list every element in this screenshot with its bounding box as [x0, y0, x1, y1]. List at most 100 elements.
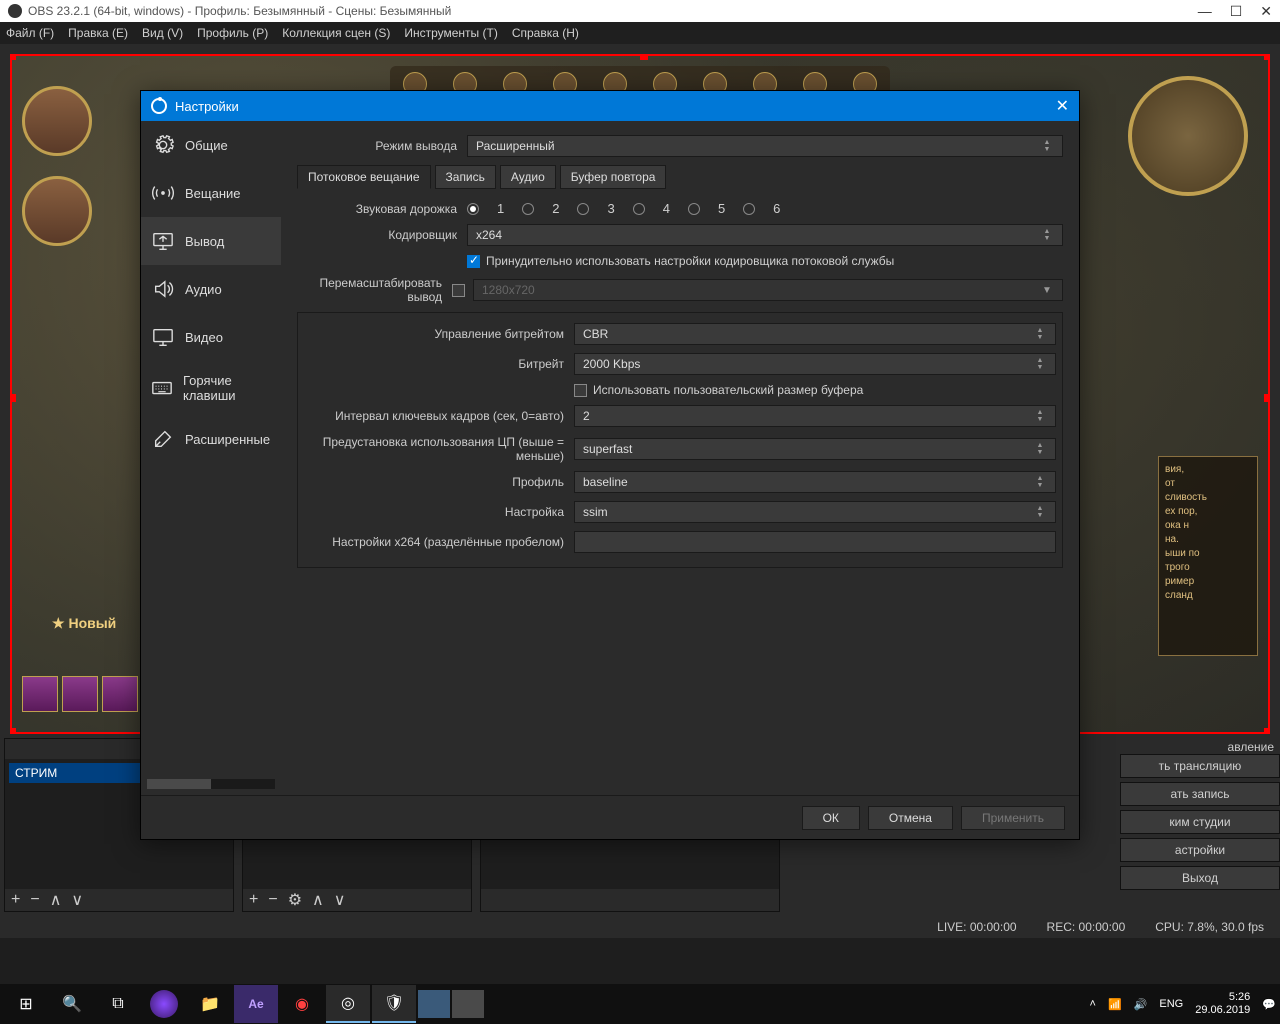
tab-audio[interactable]: Аудио: [500, 165, 556, 189]
search-icon[interactable]: 🔍: [50, 985, 94, 1023]
status-rec: REC: 00:00:00: [1047, 920, 1126, 934]
taskbar-browser[interactable]: ◉: [280, 985, 324, 1023]
preset-dropdown[interactable]: superfast▲▼: [574, 438, 1056, 460]
gear-icon: [151, 133, 175, 157]
tab-replay[interactable]: Буфер повтора: [560, 165, 667, 189]
menu-view[interactable]: Вид (V): [142, 26, 183, 40]
language-indicator[interactable]: ENG: [1159, 998, 1183, 1010]
preset-label: Предустановка использования ЦП (выше = м…: [304, 435, 574, 463]
taskbar-explorer[interactable]: 📁: [188, 985, 232, 1023]
game-portrait-1: [22, 86, 92, 156]
obs-icon: [151, 98, 167, 114]
menu-file[interactable]: Файл (F): [6, 26, 54, 40]
tab-streaming[interactable]: Потоковое вещание: [297, 165, 431, 189]
minimize-button[interactable]: —: [1198, 3, 1212, 20]
sidebar-item-audio[interactable]: Аудио: [141, 265, 281, 313]
windows-taskbar: ⊞ 🔍 ⧉ 📁 Ae ◉ ◎ 🛡 ˄ 📶 🔊 ENG 5:26 29.06.20…: [0, 984, 1280, 1024]
track-3-radio[interactable]: [577, 203, 589, 215]
taskbar-obs[interactable]: ◎: [326, 985, 370, 1023]
sidebar-item-hotkeys[interactable]: Горячие клавиши: [141, 361, 281, 415]
settings-content: Режим вывода Расширенный ▲▼ Потоковое ве…: [281, 121, 1079, 795]
remove-source-button[interactable]: −: [268, 891, 277, 909]
menu-help[interactable]: Справка (H): [512, 26, 579, 40]
rescale-dropdown: 1280x720▼: [473, 279, 1063, 301]
dialog-titlebar[interactable]: Настройки ✕: [141, 91, 1079, 121]
menu-tools[interactable]: Инструменты (T): [404, 26, 497, 40]
output-mode-dropdown[interactable]: Расширенный ▲▼: [467, 135, 1063, 157]
taskbar-app-6[interactable]: [418, 990, 450, 1018]
sidebar-scrollbar[interactable]: [147, 779, 275, 789]
rescale-label: Перемасштабировать вывод: [297, 276, 452, 304]
track-2-radio[interactable]: [522, 203, 534, 215]
profile-dropdown[interactable]: baseline▲▼: [574, 471, 1056, 493]
cancel-button[interactable]: Отмена: [868, 806, 953, 830]
dialog-close-button[interactable]: ✕: [1056, 96, 1069, 116]
menubar: Файл (F) Правка (E) Вид (V) Профиль (P) …: [0, 22, 1280, 44]
statusbar: LIVE: 00:00:00 REC: 00:00:00 CPU: 7.8%, …: [0, 916, 1280, 938]
status-live: LIVE: 00:00:00: [937, 920, 1016, 934]
track-4-radio[interactable]: [633, 203, 645, 215]
menu-scenes[interactable]: Коллекция сцен (S): [282, 26, 390, 40]
monitor-icon: [151, 229, 175, 253]
settings-sidebar: Общие Вещание Вывод Аудио Видео Горячие …: [141, 121, 281, 795]
x264opts-input[interactable]: [574, 531, 1056, 553]
taskview-icon[interactable]: ⧉: [96, 985, 140, 1023]
audio-track-radios: 1 2 3 4 5 6: [467, 201, 1063, 216]
source-down-button[interactable]: ∨: [334, 890, 346, 910]
keyboard-icon: [151, 376, 173, 400]
start-record-button[interactable]: ать запись: [1120, 782, 1280, 806]
sidebar-item-advanced[interactable]: Расширенные: [141, 415, 281, 463]
tools-icon: [151, 427, 175, 451]
add-scene-button[interactable]: +: [11, 891, 20, 909]
menu-profile[interactable]: Профиль (P): [197, 26, 268, 40]
rescale-checkbox[interactable]: [452, 284, 465, 297]
wifi-icon[interactable]: 📶: [1108, 998, 1122, 1011]
tune-dropdown[interactable]: ssim▲▼: [574, 501, 1056, 523]
keyframe-input[interactable]: 2▲▼: [574, 405, 1056, 427]
sidebar-item-output[interactable]: Вывод: [141, 217, 281, 265]
taskbar-app-1[interactable]: [150, 990, 178, 1018]
encoder-label: Кодировщик: [297, 228, 467, 242]
track-6-radio[interactable]: [743, 203, 755, 215]
studio-mode-button[interactable]: ким студии: [1120, 810, 1280, 834]
exit-button[interactable]: Выход: [1120, 866, 1280, 890]
game-minimap: [1128, 76, 1248, 196]
sidebar-item-video[interactable]: Видео: [141, 313, 281, 361]
track-1-radio[interactable]: [467, 203, 479, 215]
encoder-dropdown[interactable]: x264▲▼: [467, 224, 1063, 246]
ok-button[interactable]: ОК: [802, 806, 860, 830]
custom-buffer-checkbox[interactable]: [574, 384, 587, 397]
maximize-button[interactable]: ☐: [1230, 3, 1243, 20]
taskbar-game[interactable]: 🛡: [372, 985, 416, 1023]
source-settings-button[interactable]: ⚙: [288, 890, 302, 910]
sidebar-item-general[interactable]: Общие: [141, 121, 281, 169]
audio-track-label: Звуковая дорожка: [297, 202, 467, 216]
bitrate-input[interactable]: 2000 Kbps▲▼: [574, 353, 1056, 375]
tray-up-icon[interactable]: ˄: [1090, 998, 1096, 1010]
display-icon: [151, 325, 175, 349]
tune-label: Настройка: [304, 505, 574, 519]
scene-down-button[interactable]: ∨: [71, 890, 83, 910]
notifications-icon[interactable]: 💬: [1262, 998, 1276, 1011]
remove-scene-button[interactable]: −: [30, 891, 39, 909]
taskbar-app-7[interactable]: [452, 990, 484, 1018]
menu-edit[interactable]: Правка (E): [68, 26, 128, 40]
add-source-button[interactable]: +: [249, 891, 258, 909]
volume-icon[interactable]: 🔊: [1134, 998, 1148, 1011]
start-button[interactable]: ⊞: [4, 985, 48, 1023]
profile-label: Профиль: [304, 475, 574, 489]
enforce-checkbox[interactable]: [467, 255, 480, 268]
taskbar-clock[interactable]: 5:26 29.06.2019: [1195, 991, 1250, 1017]
x264opts-label: Настройки x264 (разделённые пробелом): [304, 535, 574, 549]
rate-control-dropdown[interactable]: CBR▲▼: [574, 323, 1056, 345]
source-up-button[interactable]: ∧: [312, 890, 324, 910]
apply-button[interactable]: Применить: [961, 806, 1065, 830]
track-5-radio[interactable]: [688, 203, 700, 215]
start-stream-button[interactable]: ть трансляцию: [1120, 754, 1280, 778]
tab-recording[interactable]: Запись: [435, 165, 496, 189]
sidebar-item-stream[interactable]: Вещание: [141, 169, 281, 217]
taskbar-ae[interactable]: Ae: [234, 985, 278, 1023]
close-button[interactable]: ✕: [1260, 3, 1272, 20]
scene-up-button[interactable]: ∧: [50, 890, 62, 910]
settings-button[interactable]: астройки: [1120, 838, 1280, 862]
